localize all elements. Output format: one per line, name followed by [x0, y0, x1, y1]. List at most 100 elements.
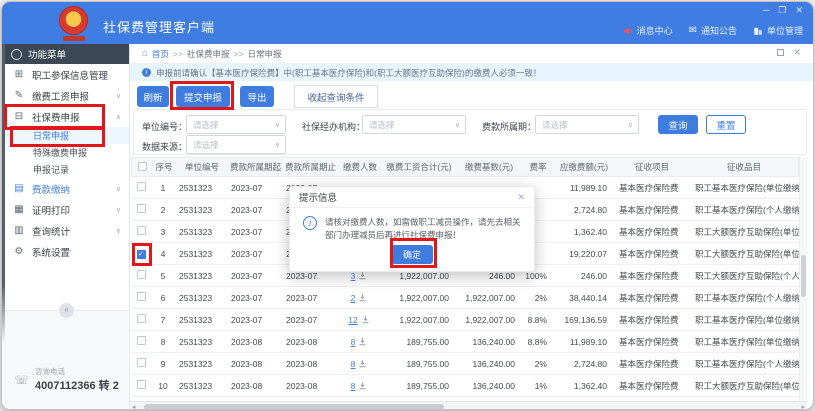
sidebar-footer: « ☏ 咨询电话 4007112366 转 2 [2, 310, 128, 409]
breadcrumb: ⌂ 首页 >> 社保费申报 >> 日常申报 [130, 44, 813, 64]
row-checkbox[interactable] [137, 226, 146, 235]
period-select[interactable]: 请选择∨ [535, 115, 639, 134]
dialog-close-icon[interactable]: ✕ [517, 192, 525, 203]
cell-amount: 1,362.40 [553, 227, 613, 237]
row-checkbox[interactable] [137, 204, 146, 213]
cell-rate: 2% [521, 293, 553, 303]
people-count-link[interactable]: 8 [351, 337, 356, 347]
minimize-button[interactable]: ─ [763, 5, 769, 16]
chevron-down-icon: ∨ [275, 121, 285, 129]
export-button[interactable]: 导出 [240, 86, 274, 107]
message-center-link[interactable]: 消息中心 [623, 24, 673, 37]
sidebar-item-certificate-print[interactable]: ▦ 证明打印 ∨ [2, 199, 129, 220]
tab-close-icon[interactable]: ✕ [793, 49, 801, 56]
download-icon[interactable] [358, 271, 367, 280]
sidebar-item-declare-records[interactable]: 申报记录 [2, 161, 129, 178]
sidebar-item-social-fee-declare[interactable]: ⊟ 社保费申报 ∧ [2, 106, 129, 127]
horizontal-scrollbar-thumb[interactable] [144, 404, 444, 410]
sidebar-item-fee-payment[interactable]: ▤ 费款缴纳 ∨ [2, 178, 129, 199]
table-row: 825313232023-082023-088189,755.00136,240… [131, 331, 799, 353]
row-checkbox[interactable] [137, 182, 146, 191]
row-checkbox[interactable] [137, 270, 146, 279]
reset-button[interactable]: 重置 [706, 115, 746, 134]
cell-levy-category: 职工基本医疗保险(单位缴纳) [689, 182, 799, 194]
sidebar-item-query-statistics[interactable]: ▥ 查询统计 ∨ [2, 220, 129, 241]
people-count-link[interactable]: 3 [351, 271, 356, 281]
data-source-select[interactable]: 请选择∨ [186, 135, 286, 154]
people-count-link[interactable]: 8 [351, 381, 356, 391]
printer-icon: ▦ [13, 204, 25, 215]
vertical-scrollbar[interactable] [799, 157, 807, 402]
cell-levy-category: 职工基本医疗保险(个人缴纳) [689, 292, 799, 304]
row-checkbox[interactable] [137, 380, 146, 389]
cell-amount: 246.00 [553, 271, 613, 281]
cell-amount: 11,989.10 [553, 337, 613, 347]
people-count-link[interactable]: 8 [351, 359, 356, 369]
cell-unit-no: 2531323 [175, 293, 227, 303]
cell-period-end: 2023-08 [282, 359, 337, 369]
chevron-down-icon: ∨ [116, 185, 121, 193]
cell-seq: 6 [151, 293, 175, 303]
people-count-link[interactable]: 12 [348, 315, 357, 325]
submit-declare-button[interactable]: 提交申报 [176, 86, 230, 107]
row-checkbox[interactable]: ✓ [137, 250, 146, 259]
notice-board-link[interactable]: ✉ 通知公告 [689, 24, 737, 37]
calendar-icon: ⊟ [13, 111, 25, 122]
period-label: 费款所属期： [482, 120, 536, 133]
chart-icon: ▥ [13, 225, 25, 236]
collapse-query-button[interactable]: 收起查询条件 [294, 85, 378, 108]
row-checkbox[interactable] [137, 336, 146, 345]
cell-unit-no: 2531323 [175, 183, 227, 193]
unit-management-link[interactable]: 单位管理 [753, 24, 803, 37]
cell-amount: 38,440.14 [553, 293, 613, 303]
confirm-button[interactable]: 确定 [391, 245, 433, 264]
people-count-link[interactable]: 2 [351, 293, 356, 303]
row-checkbox[interactable] [137, 292, 146, 301]
breadcrumb-section: 社保费申报 [187, 48, 230, 60]
download-icon[interactable] [358, 293, 367, 302]
cell-levy-category: 职工基本医疗保险(单位缴纳) [689, 336, 799, 348]
search-button[interactable]: 查询 [658, 115, 698, 134]
cell-base: 1,922,007.00 [455, 293, 521, 303]
cell-people-count: 12 [337, 315, 381, 325]
close-button[interactable]: ✕ [795, 5, 803, 16]
sidebar-item-special-declare[interactable]: 特殊缴费申报 [2, 144, 129, 161]
cell-unit-no: 2531323 [175, 381, 227, 391]
vertical-scrollbar-thumb[interactable] [801, 255, 806, 297]
restore-button[interactable]: ❐ [778, 5, 786, 16]
breadcrumb-page: 日常申报 [247, 48, 281, 60]
cell-period-start: 2023-07 [227, 249, 282, 259]
cell-levy-category: 职工大额医疗互助保险(个人... [689, 270, 799, 282]
chevron-down-icon: ∨ [275, 141, 285, 149]
cell-rate: 2% [521, 359, 553, 369]
cell-unit-no: 2531323 [175, 271, 227, 281]
unit-no-select[interactable]: 请选择∨ [186, 115, 286, 134]
scroll-left-icon[interactable]: ◂ [132, 403, 136, 410]
download-icon[interactable] [358, 337, 367, 346]
chevron-down-icon: ∨ [455, 121, 465, 129]
download-icon[interactable] [358, 359, 367, 368]
download-icon[interactable] [358, 381, 367, 390]
sidebar-item-salary-declare[interactable]: ✎ 缴费工资申报 ∨ [2, 85, 129, 106]
breadcrumb-home[interactable]: 首页 [152, 48, 169, 60]
cell-salary-total: 189,755.00 [381, 381, 455, 391]
row-checkbox[interactable] [137, 314, 146, 323]
cell-amount: 1,362.40 [553, 381, 613, 391]
horizontal-scrollbar[interactable]: ◂ ▸ [130, 401, 807, 410]
cell-levy-category: 职工大额医疗互助保险(单位... [689, 248, 799, 260]
agency-select[interactable]: 请选择∨ [362, 115, 466, 134]
tax-logo-banner [63, 36, 85, 41]
sidebar-item-system-settings[interactable]: ⚙ 系统设置 [2, 241, 129, 262]
wallet-icon: ▤ [13, 183, 25, 194]
scroll-right-icon[interactable]: ▸ [801, 403, 805, 410]
sidebar-item-daily-declare[interactable]: 日常申报 [2, 127, 129, 144]
sidebar-collapse-button[interactable]: « [59, 303, 74, 318]
tab-restore-icon[interactable] [777, 49, 784, 56]
select-all-checkbox[interactable] [138, 162, 147, 171]
app-title: 社保费管理客户端 [103, 17, 215, 36]
cell-levy-category: 职工大额医疗互助保险(单位... [689, 380, 799, 392]
row-checkbox[interactable] [137, 358, 146, 367]
download-icon[interactable] [361, 315, 370, 324]
refresh-button[interactable]: 刷新 [137, 86, 169, 107]
sidebar-item-employee-info[interactable]: ⊞ 职工参保信息管理 [2, 64, 129, 85]
